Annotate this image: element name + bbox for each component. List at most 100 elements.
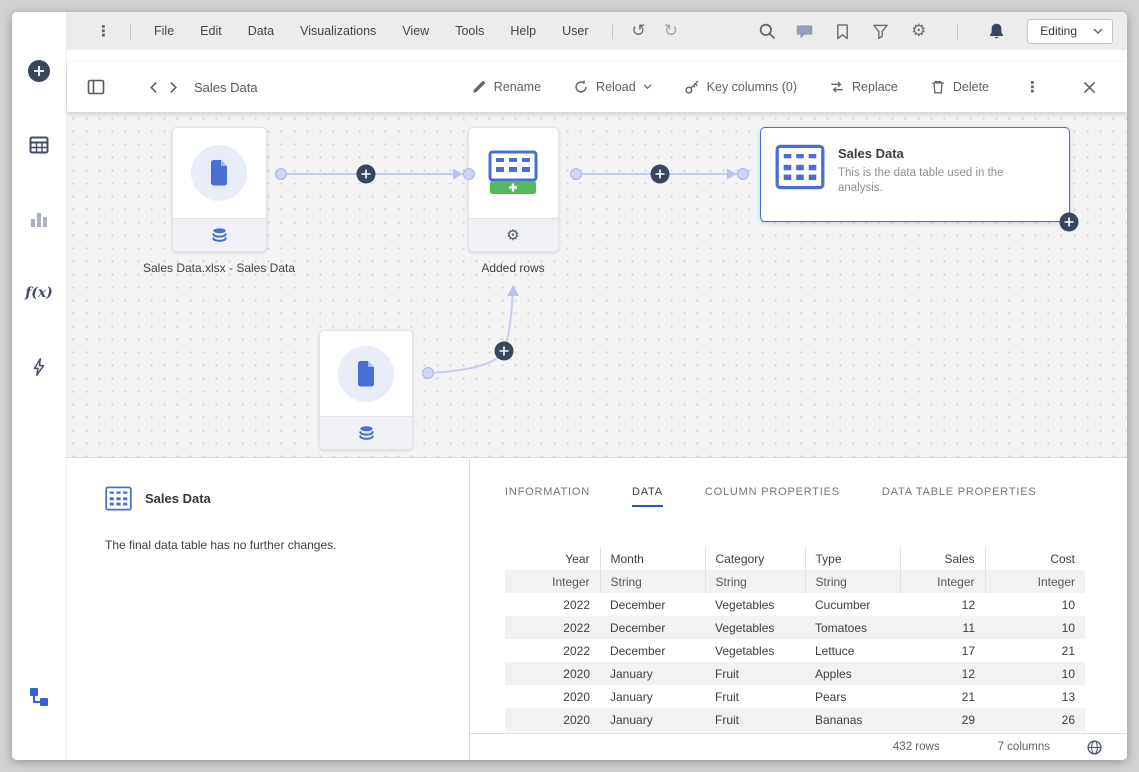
table-row[interactable]: 2022 December Vegetables Lettuce 17 21	[505, 639, 1085, 662]
chevron-down-icon	[643, 84, 652, 90]
add-operation-button[interactable]	[651, 165, 670, 184]
globe-icon[interactable]	[1086, 739, 1103, 756]
connector-dot	[738, 169, 749, 180]
column-count: 7 columns	[998, 741, 1050, 753]
data-preview-table: Year Month Category Type Sales Cost Inte…	[505, 547, 1085, 731]
redo-icon[interactable]: ↻	[655, 21, 687, 41]
sidebar-item-data-canvas[interactable]	[26, 684, 52, 710]
data-panel-tabs: INFORMATION DATA COLUMN PROPERTIES DATA …	[470, 486, 1127, 507]
column-type: Integer	[985, 570, 1085, 593]
menu-data[interactable]: Data	[235, 24, 287, 38]
column-header[interactable]: Year	[505, 547, 600, 570]
source-node: Sales Data.xlsx - Sales Data	[99, 127, 339, 275]
column-type: String	[805, 570, 900, 593]
divider	[957, 24, 958, 39]
data-canvas[interactable]: Sales Data.xlsx - Sales Data	[67, 112, 1127, 458]
close-icon[interactable]	[1082, 80, 1097, 95]
file-icon	[207, 159, 231, 187]
add-content-button[interactable]	[26, 58, 52, 84]
column-type: String	[705, 570, 805, 593]
comments-icon[interactable]	[795, 22, 814, 41]
search-icon[interactable]	[757, 22, 776, 41]
file-icon	[354, 360, 378, 388]
table-icon	[775, 144, 825, 190]
source-node-2	[246, 330, 486, 450]
notifications-bell-icon[interactable]	[987, 22, 1006, 41]
column-header[interactable]: Category	[705, 547, 805, 570]
chevron-right-icon[interactable]	[169, 81, 178, 94]
table-row[interactable]: 2022 December Vegetables Tomatoes 11 10	[505, 616, 1085, 639]
data-canvas-page: Sales Data Rename Reload Key columns (0)	[67, 50, 1127, 760]
add-operation-button[interactable]	[495, 342, 514, 361]
reload-button[interactable]: Reload	[573, 79, 652, 95]
column-header[interactable]: Sales	[900, 547, 985, 570]
panel-toggle-icon[interactable]	[85, 76, 107, 98]
menu-edit[interactable]: Edit	[187, 24, 235, 38]
data-preview-panel: INFORMATION DATA COLUMN PROPERTIES DATA …	[470, 458, 1127, 760]
left-toolbar: f(x)	[12, 12, 67, 760]
table-row[interactable]: 2020 January Fruit Apples 12 10	[505, 662, 1085, 685]
column-header[interactable]: Type	[805, 547, 900, 570]
menu-help[interactable]: Help	[497, 24, 549, 38]
column-header[interactable]: Cost	[985, 547, 1085, 570]
transform-node-label: Added rows	[481, 261, 544, 275]
divider	[130, 24, 131, 39]
tab-information[interactable]: INFORMATION	[505, 486, 590, 507]
app-menu-kebab[interactable]: ⋮	[87, 22, 120, 40]
table-row[interactable]: 2020 January Fruit Bananas 29 26	[505, 708, 1085, 731]
settings-gear-icon[interactable]: ⚙	[909, 22, 928, 41]
column-type: Integer	[900, 570, 985, 593]
add-operation-button[interactable]	[1059, 212, 1079, 232]
menu-tools[interactable]: Tools	[442, 24, 497, 38]
sidebar-item-functions[interactable]: f(x)	[26, 280, 52, 306]
transform-node: ⚙ Added rows	[393, 127, 633, 275]
filter-icon[interactable]	[871, 22, 890, 41]
menu-file[interactable]: File	[141, 24, 187, 38]
plus-circle-icon	[27, 59, 51, 83]
menu-user[interactable]: User	[549, 24, 601, 38]
tab-column-properties[interactable]: COLUMN PROPERTIES	[705, 486, 840, 507]
pencil-icon	[471, 79, 487, 95]
table-row[interactable]: 2022 December Vegetables Cucumber 12 10	[505, 593, 1085, 616]
rename-button[interactable]: Rename	[471, 79, 541, 95]
more-options-kebab[interactable]: ⋮	[1025, 78, 1040, 96]
final-node-description: This is the data table used in the analy…	[838, 166, 1023, 196]
sidebar-item-data-tables[interactable]	[26, 132, 52, 158]
bookmark-icon[interactable]	[833, 22, 852, 41]
app-window: f(x) ⋮ File Edit Data Visualizations Vie…	[12, 12, 1127, 760]
database-icon	[210, 227, 229, 244]
menu-view[interactable]: View	[389, 24, 442, 38]
table-row[interactable]: 2020 January Fruit Pears 21 13	[505, 685, 1085, 708]
file-badge	[338, 346, 394, 402]
summary-message: The final data table has no further chan…	[105, 538, 445, 552]
mode-dropdown-label: Editing	[1040, 24, 1077, 38]
undo-icon[interactable]: ↺	[623, 21, 655, 41]
source-node-card[interactable]	[172, 127, 267, 252]
arrowhead-icon	[507, 285, 519, 296]
delete-button[interactable]: Delete	[930, 79, 989, 95]
sidebar-item-visualizations[interactable]	[26, 206, 52, 232]
tab-data[interactable]: DATA	[632, 486, 663, 507]
add-operation-button[interactable]	[357, 165, 376, 184]
data-preview-table-container[interactable]: Year Month Category Type Sales Cost Inte…	[505, 547, 1085, 733]
canvas-toolbar: Sales Data Rename Reload Key columns (0)	[67, 62, 1127, 112]
final-table-node[interactable]: Sales Data This is the data table used i…	[760, 127, 1070, 222]
transform-node-card[interactable]: ⚙	[468, 127, 559, 252]
key-icon	[684, 79, 700, 95]
data-table-title: Sales Data	[194, 80, 258, 95]
replace-button[interactable]: Replace	[829, 79, 898, 95]
table-icon	[105, 486, 132, 511]
bar-chart-icon	[28, 208, 50, 230]
final-node-text: Sales Data This is the data table used i…	[838, 144, 1023, 196]
chevron-left-icon[interactable]	[149, 81, 158, 94]
tab-data-table-properties[interactable]: DATA TABLE PROPERTIES	[882, 486, 1037, 507]
source-node-card[interactable]	[319, 330, 413, 450]
menubar: ⋮ File Edit Data Visualizations View Too…	[67, 12, 1127, 50]
gear-icon[interactable]: ⚙	[506, 228, 519, 243]
menu-visualizations[interactable]: Visualizations	[287, 24, 389, 38]
key-columns-button[interactable]: Key columns (0)	[684, 79, 797, 95]
sidebar-item-actions[interactable]	[26, 354, 52, 380]
mode-dropdown[interactable]: Editing	[1027, 19, 1113, 44]
column-header[interactable]: Month	[600, 547, 705, 570]
final-node-title: Sales Data	[838, 146, 1023, 161]
